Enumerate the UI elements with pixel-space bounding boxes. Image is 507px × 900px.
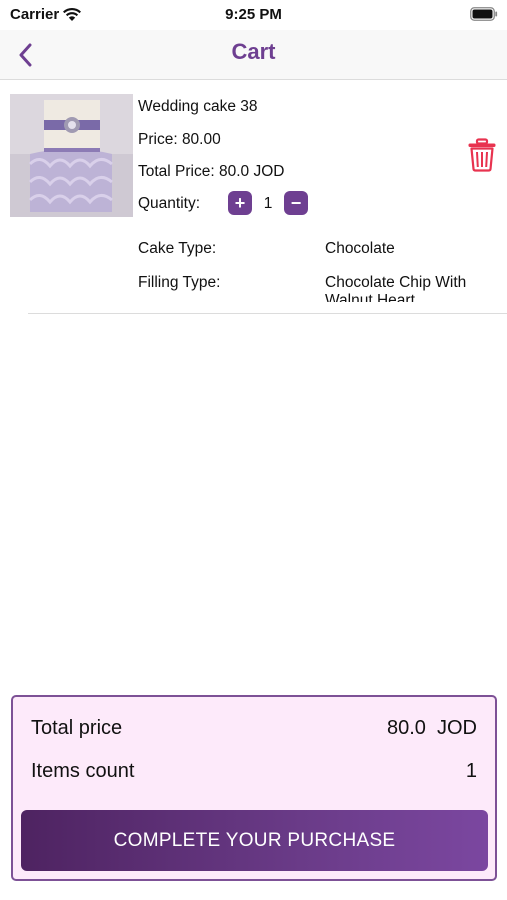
battery-icon (470, 7, 498, 21)
total-price-summary-label: Total price (31, 717, 123, 739)
price-label: Price: (138, 131, 178, 148)
minus-icon: − (290, 193, 302, 213)
filling-type-value: Chocolate Chip With Walnut Heart (325, 274, 467, 302)
cake-type-value: Chocolate (325, 240, 395, 257)
complete-purchase-label: COMPLETE YOUR PURCHASE (113, 829, 396, 851)
navigation-bar: Cart (0, 30, 507, 80)
filling-type-label: Filling Type: (138, 274, 221, 291)
trash-icon (468, 138, 496, 172)
item-divider (28, 313, 507, 314)
item-price: Price: 80.00 (138, 131, 221, 149)
items-count-value: 1 (465, 760, 477, 782)
wedding-cake-image (10, 94, 133, 217)
plus-icon: + (234, 193, 246, 213)
quantity-value: 1 (263, 195, 273, 212)
page-title: Cart (231, 39, 276, 64)
order-summary-card: Total price 80.0 JOD Items count 1 COMPL… (11, 695, 497, 881)
cart-item: Wedding cake 38 Price: 80.00 Total Price… (0, 80, 507, 315)
increase-quantity-button[interactable]: + (228, 191, 252, 215)
item-total-price: Total Price: 80.0 JOD (138, 163, 284, 181)
items-count-label: Items count (31, 760, 135, 782)
item-name: Wedding cake 38 (138, 98, 258, 115)
decrease-quantity-button[interactable]: − (284, 191, 308, 215)
total-price-summary-value: 80.0 JOD (386, 717, 477, 739)
total-price-label: Total Price: (138, 163, 215, 180)
status-time: 9:25 PM (225, 6, 282, 23)
delete-item-button[interactable] (467, 138, 497, 172)
total-price-value: 80.0 JOD (218, 163, 285, 180)
complete-purchase-button[interactable]: COMPLETE YOUR PURCHASE (21, 810, 488, 871)
price-value: 80.00 (181, 131, 221, 148)
quantity-label: Quantity: (138, 195, 201, 212)
status-bar: Carrier 9:25 PM (0, 0, 507, 30)
cake-type-label: Cake Type: (138, 240, 217, 257)
